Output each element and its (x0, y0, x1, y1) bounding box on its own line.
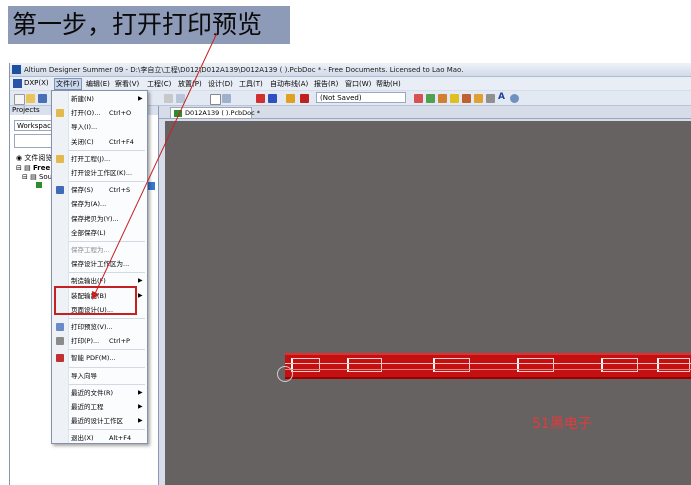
annotation-arrow (91, 32, 218, 300)
